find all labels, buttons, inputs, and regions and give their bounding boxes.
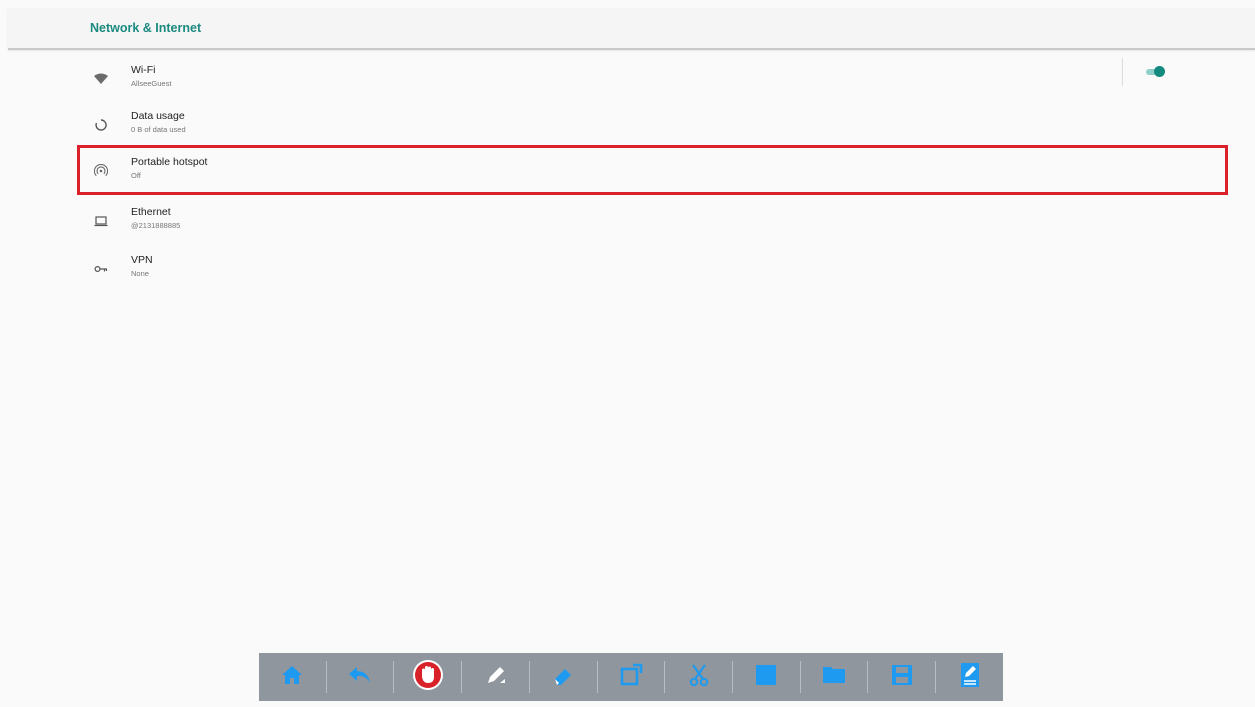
wifi-title: Wi-Fi <box>131 64 156 76</box>
bottom-toolbar <box>259 653 1003 701</box>
ethernet-icon <box>90 210 112 232</box>
save-icon <box>891 664 913 691</box>
undo-button[interactable] <box>327 653 394 701</box>
data-usage-icon <box>90 114 112 136</box>
whiteboard-icon <box>755 664 777 691</box>
vpn-subtitle: None <box>131 269 149 278</box>
highlight-box <box>77 145 1228 195</box>
undo-icon <box>348 665 372 690</box>
note-edit-button[interactable] <box>936 653 1003 701</box>
scissors-icon <box>688 663 710 692</box>
wifi-toggle[interactable] <box>1144 65 1170 79</box>
eraser-button[interactable] <box>530 653 597 701</box>
hand-stop-button[interactable] <box>394 653 461 701</box>
save-button[interactable] <box>868 653 935 701</box>
folder-button[interactable] <box>801 653 868 701</box>
note-edit-icon <box>960 662 980 693</box>
whiteboard-button[interactable] <box>733 653 800 701</box>
scissors-button[interactable] <box>665 653 732 701</box>
data-usage-title: Data usage <box>131 110 185 122</box>
app-header: Network & Internet <box>8 8 1255 50</box>
data-usage-subtitle: 0 B of data used <box>131 125 186 134</box>
toggle-thumb <box>1154 66 1165 77</box>
folder-icon <box>822 665 846 690</box>
ethernet-title: Ethernet <box>131 206 171 218</box>
home-icon <box>281 665 303 690</box>
crop-button[interactable] <box>598 653 665 701</box>
settings-item-vpn[interactable]: VPN None <box>78 246 1228 292</box>
home-button[interactable] <box>259 653 326 701</box>
pen-button[interactable] <box>462 653 529 701</box>
eraser-icon <box>552 664 574 691</box>
wifi-icon <box>90 68 112 90</box>
hand-stop-icon <box>412 659 444 696</box>
page-title: Network & Internet <box>90 21 202 35</box>
vpn-key-icon <box>90 258 112 280</box>
settings-item-ethernet[interactable]: Ethernet @2131888885 <box>78 198 1228 244</box>
vpn-title: VPN <box>131 254 153 266</box>
wifi-subtitle: AllseeGuest <box>131 79 172 88</box>
settings-item-wifi[interactable]: Wi-Fi AllseeGuest <box>78 56 1228 102</box>
settings-item-data-usage[interactable]: Data usage 0 B of data used <box>78 102 1228 148</box>
pen-icon <box>485 664 507 691</box>
ethernet-subtitle: @2131888885 <box>131 221 181 230</box>
crop-icon <box>619 663 643 692</box>
wifi-divider <box>1122 58 1123 86</box>
